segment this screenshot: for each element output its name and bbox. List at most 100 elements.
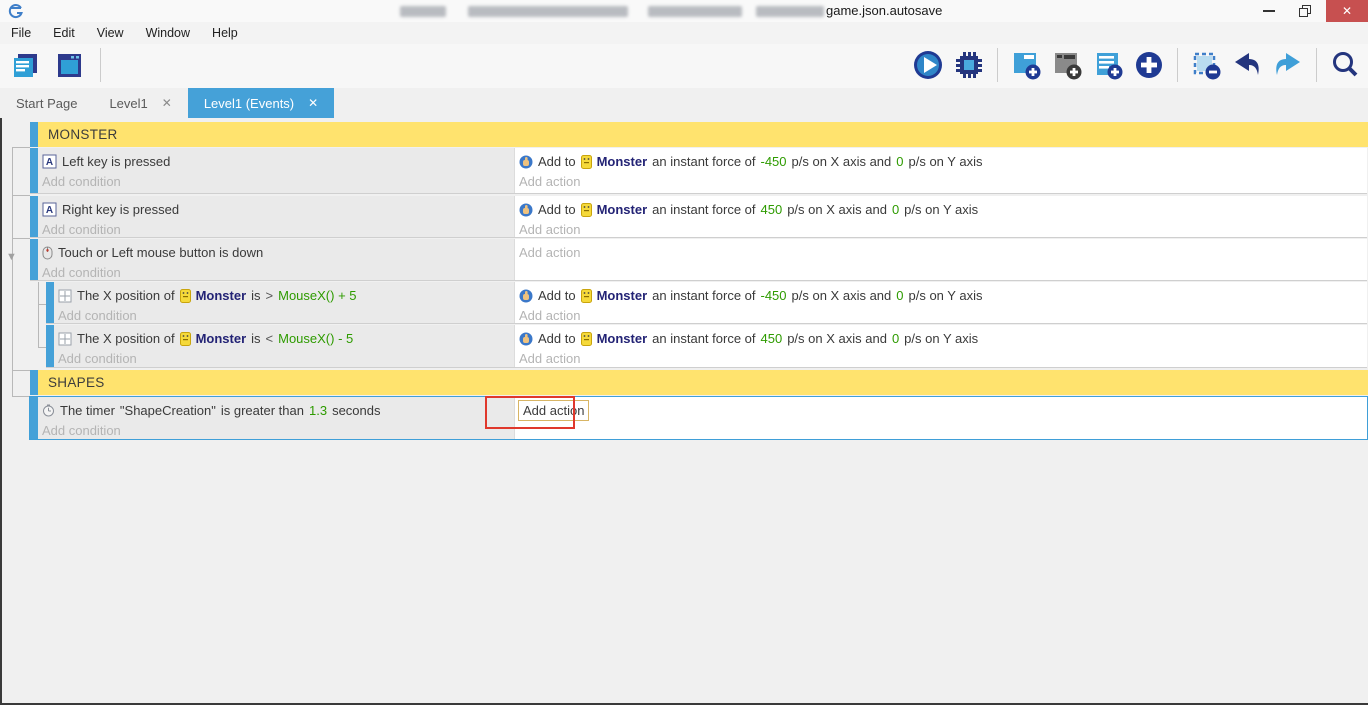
tab-label: Level1 (Events) [203, 95, 295, 111]
menu-window[interactable]: Window [135, 26, 201, 40]
tree-line [38, 282, 39, 348]
menu-help[interactable]: Help [201, 26, 249, 40]
svg-text:A: A [46, 205, 53, 216]
monster-object-icon [580, 331, 592, 346]
action-text[interactable]: Add to [538, 154, 576, 169]
tab-close-icon[interactable]: ✕ [162, 96, 172, 110]
action-text: p/s on X axis and [787, 202, 887, 217]
toolbar-divider [1316, 48, 1317, 82]
condition-text[interactable]: The X position of [77, 331, 175, 346]
tab-level1[interactable]: Level1 ✕ [93, 88, 187, 118]
tab-level1-events[interactable]: Level1 (Events) ✕ [187, 88, 335, 118]
menu-file[interactable]: File [0, 26, 42, 40]
object-name[interactable]: Monster [597, 202, 648, 217]
add-action-link[interactable]: Add action [517, 306, 1367, 325]
action-text: an instant force of [652, 202, 756, 217]
debugger-icon[interactable] [952, 48, 986, 82]
param-value[interactable]: 450 [761, 202, 783, 217]
action-text: p/s on X axis and [791, 288, 892, 303]
subevent-row-x-greater[interactable]: The X position of Monster is > MouseX() … [46, 282, 1367, 324]
tree-line [38, 347, 46, 348]
add-new-icon[interactable] [1132, 48, 1166, 82]
add-action-link[interactable]: Add action [517, 172, 1367, 191]
condition-text[interactable]: Left key is pressed [62, 154, 170, 169]
object-name[interactable]: Monster [597, 288, 648, 303]
param-value[interactable]: 450 [761, 331, 783, 346]
search-icon[interactable] [1328, 48, 1362, 82]
force-icon [519, 155, 533, 169]
add-event-icon[interactable] [1009, 48, 1043, 82]
condition-text[interactable]: Touch or Left mouse button is down [58, 245, 263, 260]
redacted-title-segment [400, 6, 446, 17]
group-header-monster[interactable]: MONSTER [30, 122, 1368, 147]
add-condition-link[interactable]: Add condition [40, 172, 514, 191]
add-action-link[interactable]: Add action [517, 220, 1367, 239]
subevent-row-x-less[interactable]: The X position of Monster is < MouseX() … [46, 325, 1367, 368]
param-value[interactable]: 0 [896, 288, 903, 303]
param-value[interactable]: -450 [761, 154, 787, 169]
tab-start-page[interactable]: Start Page [0, 88, 93, 118]
redo-icon[interactable] [1271, 48, 1305, 82]
menu-edit[interactable]: Edit [42, 26, 86, 40]
event-row-timer[interactable]: The timer "ShapeCreation" is greater tha… [29, 396, 1368, 440]
play-icon[interactable] [911, 48, 945, 82]
redacted-title-segment [756, 6, 824, 17]
event-row-left-key[interactable]: A Left key is pressed Add condition Add … [30, 148, 1367, 194]
action-text: p/s on Y axis [908, 154, 983, 169]
remove-selection-icon[interactable] [1189, 48, 1223, 82]
events-sheet: ▼ MONSTER A Left key is pressed Add cond… [0, 118, 1368, 705]
add-action-link-focused[interactable]: Add action [518, 400, 590, 421]
add-condition-link[interactable]: Add condition [40, 421, 514, 440]
menu-view[interactable]: View [86, 26, 135, 40]
object-name[interactable]: Monster [597, 331, 648, 346]
scene-editor-icon[interactable] [52, 48, 86, 82]
action-text[interactable]: Add to [538, 202, 576, 217]
action-text[interactable]: Add to [538, 288, 576, 303]
collapse-expander-icon[interactable]: ▼ [6, 252, 17, 263]
add-condition-link[interactable]: Add condition [56, 349, 514, 368]
add-comment-icon[interactable] [1091, 48, 1125, 82]
action-text: p/s on X axis and [787, 331, 887, 346]
timer-name[interactable]: "ShapeCreation" [120, 403, 216, 418]
position-icon [58, 289, 72, 303]
condition-text: seconds [332, 403, 381, 418]
undo-icon[interactable] [1230, 48, 1264, 82]
event-row-right-key[interactable]: A Right key is pressed Add condition Add… [30, 196, 1367, 238]
add-subevent-icon[interactable] [1050, 48, 1084, 82]
group-header-shapes[interactable]: SHAPES [30, 370, 1368, 395]
event-color-bar [30, 397, 38, 439]
close-button[interactable]: ✕ [1326, 0, 1368, 22]
condition-text[interactable]: The timer [60, 403, 115, 418]
object-name[interactable]: Monster [597, 154, 648, 169]
param-value[interactable]: 0 [896, 154, 903, 169]
param-value[interactable]: 1.3 [309, 403, 327, 418]
monster-object-icon [580, 202, 592, 217]
object-name[interactable]: Monster [196, 331, 247, 346]
condition-text[interactable]: Right key is pressed [62, 202, 179, 217]
object-name[interactable]: Monster [196, 288, 247, 303]
param-value[interactable]: -450 [761, 288, 787, 303]
condition-text[interactable]: The X position of [77, 288, 175, 303]
minimize-button[interactable] [1252, 0, 1286, 22]
restore-button[interactable] [1288, 0, 1322, 22]
redacted-title-segment [648, 6, 742, 17]
tab-close-icon[interactable]: ✕ [308, 96, 318, 110]
param-value[interactable]: 0 [892, 331, 899, 346]
project-manager-icon[interactable] [8, 48, 42, 82]
add-condition-link[interactable]: Add condition [40, 220, 514, 239]
param-value[interactable]: 0 [892, 202, 899, 217]
tree-line [12, 147, 30, 148]
add-condition-link[interactable]: Add condition [40, 263, 514, 282]
param-expression[interactable]: MouseX() - 5 [278, 331, 353, 346]
add-action-link[interactable]: Add action [517, 242, 1367, 263]
add-condition-link[interactable]: Add condition [56, 306, 514, 325]
tree-line [12, 238, 30, 239]
redacted-title-segment [468, 6, 628, 17]
add-action-link[interactable]: Add action [517, 349, 1367, 368]
param-expression[interactable]: MouseX() + 5 [278, 288, 356, 303]
toolbar [0, 44, 1368, 88]
menu-bar: File Edit View Window Help [0, 22, 1368, 45]
restore-icon [1299, 5, 1311, 17]
action-text[interactable]: Add to [538, 331, 576, 346]
event-row-touch[interactable]: Touch or Left mouse button is down Add c… [30, 239, 1367, 281]
